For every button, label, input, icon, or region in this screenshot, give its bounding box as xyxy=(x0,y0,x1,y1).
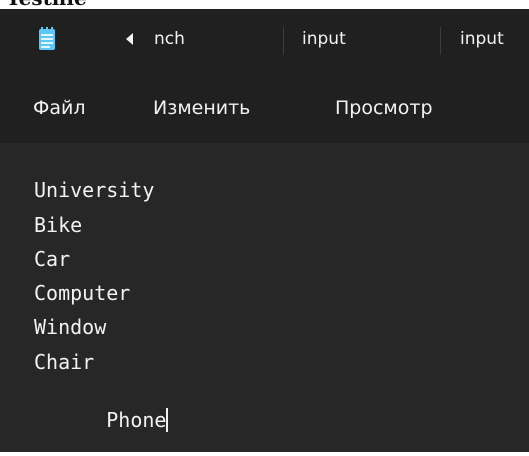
editor-line-7: Phone xyxy=(34,384,169,456)
editor-line-2: Bike xyxy=(34,213,83,237)
tab-separator xyxy=(440,27,441,55)
menu-edit[interactable]: Изменить xyxy=(153,97,250,119)
editor-line-4: Computer xyxy=(34,281,131,305)
editor-line-5: Window xyxy=(34,315,107,339)
tab-2-label: input xyxy=(302,29,346,49)
text-caret xyxy=(166,408,169,432)
notepad-icon xyxy=(38,27,56,51)
title-bar: nch input input xyxy=(0,9,529,75)
tab-3[interactable]: input xyxy=(460,26,504,52)
menu-view[interactable]: Просмотр xyxy=(335,97,433,119)
editor-line-3: Car xyxy=(34,247,71,271)
text-editor-area[interactable]: University Bike Car Computer Window Chai… xyxy=(0,143,529,452)
menu-file[interactable]: Файл xyxy=(33,97,86,119)
notepad-window: nch input input Файл Изменить Просмотр U… xyxy=(0,9,529,452)
editor-line-1: University xyxy=(34,178,155,202)
tab-scroll-left-svg xyxy=(126,33,133,45)
tab-3-label: input xyxy=(460,29,504,49)
notepad-icon-svg xyxy=(39,27,55,50)
document-title-cut: Testfile xyxy=(0,0,529,9)
editor-line-7-text: Phone xyxy=(106,408,167,432)
editor-line-6: Chair xyxy=(34,350,95,374)
tab-1-label: nch xyxy=(154,29,185,49)
menu-bar: Файл Изменить Просмотр xyxy=(0,75,529,143)
tab-scroll-left-icon[interactable] xyxy=(122,31,136,47)
tab-1[interactable]: nch xyxy=(154,26,185,52)
tab-2[interactable]: input xyxy=(302,26,346,52)
tab-separator xyxy=(283,27,284,55)
document-title-text: Testfile xyxy=(6,0,87,9)
